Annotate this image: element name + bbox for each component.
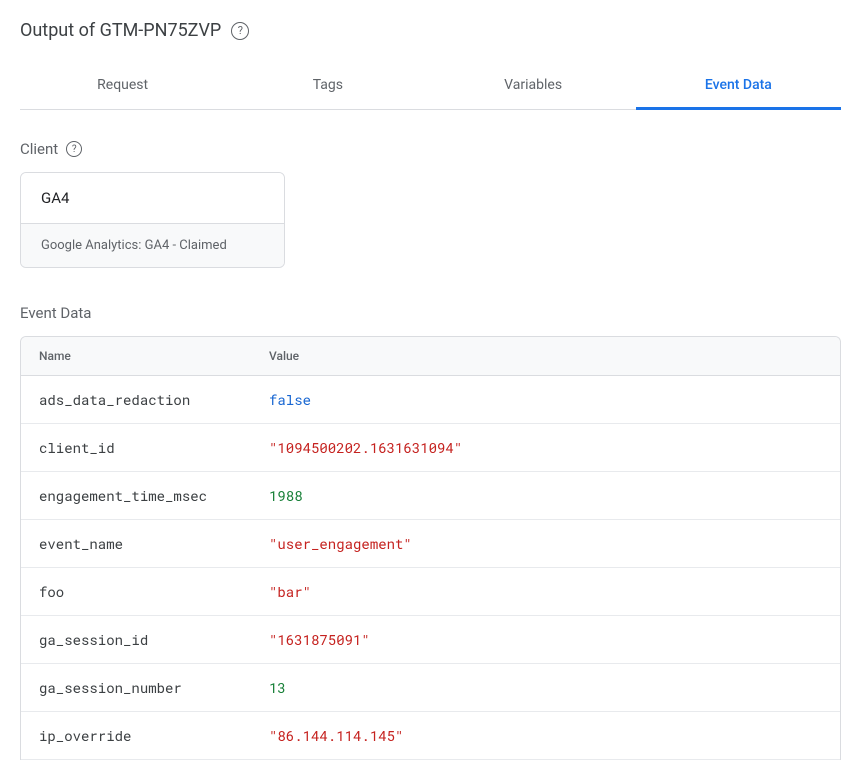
client-card-bottom: Google Analytics: GA4 - Claimed [21, 224, 284, 267]
table-row[interactable]: ads_data_redactionfalse [21, 376, 840, 424]
cell-name: event_name [21, 520, 251, 567]
cell-value: "user_engagement" [251, 520, 840, 567]
cell-name: ads_data_redaction [21, 376, 251, 423]
client-card[interactable]: GA4 Google Analytics: GA4 - Claimed [20, 172, 285, 268]
event-data-table: Name Value ads_data_redactionfalseclient… [20, 336, 841, 760]
table-row[interactable]: ga_session_number13 [21, 664, 840, 712]
cell-name: foo [21, 568, 251, 615]
table-row[interactable]: foo"bar" [21, 568, 840, 616]
column-header-value[interactable]: Value [251, 337, 840, 375]
page-title-row: Output of GTM-PN75ZVP ? [20, 20, 841, 41]
client-section-label: Client [20, 140, 58, 158]
column-header-name[interactable]: Name [21, 337, 251, 375]
tab-event-data[interactable]: Event Data [636, 63, 841, 110]
cell-value: false [251, 376, 840, 423]
cell-value: "1094500202.1631631094" [251, 424, 840, 471]
table-row[interactable]: engagement_time_msec1988 [21, 472, 840, 520]
cell-value: "86.144.114.145" [251, 712, 840, 759]
table-row[interactable]: event_name"user_engagement" [21, 520, 840, 568]
cell-value: 1988 [251, 472, 840, 519]
table-row[interactable]: client_id"1094500202.1631631094" [21, 424, 840, 472]
table-row[interactable]: ip_override"86.144.114.145" [21, 712, 840, 760]
table-header: Name Value [21, 337, 840, 376]
page-title: Output of GTM-PN75ZVP [20, 20, 221, 41]
client-subtitle: Google Analytics: GA4 - Claimed [41, 238, 264, 253]
cell-name: client_id [21, 424, 251, 471]
cell-name: ip_override [21, 712, 251, 759]
tab-tags[interactable]: Tags [225, 63, 430, 110]
client-card-top: GA4 [21, 173, 284, 224]
tab-variables[interactable]: Variables [431, 63, 636, 110]
cell-value: "bar" [251, 568, 840, 615]
help-icon[interactable]: ? [231, 22, 249, 40]
client-name: GA4 [41, 189, 264, 207]
event-data-title: Event Data [20, 304, 841, 322]
cell-value: 13 [251, 664, 840, 711]
client-section-header: Client ? [20, 140, 841, 158]
tab-bar: RequestTagsVariablesEvent Data [20, 63, 841, 110]
cell-value: "1631875091" [251, 616, 840, 663]
tab-request[interactable]: Request [20, 63, 225, 110]
table-row[interactable]: ga_session_id"1631875091" [21, 616, 840, 664]
cell-name: ga_session_id [21, 616, 251, 663]
cell-name: engagement_time_msec [21, 472, 251, 519]
cell-name: ga_session_number [21, 664, 251, 711]
help-icon[interactable]: ? [66, 141, 82, 157]
